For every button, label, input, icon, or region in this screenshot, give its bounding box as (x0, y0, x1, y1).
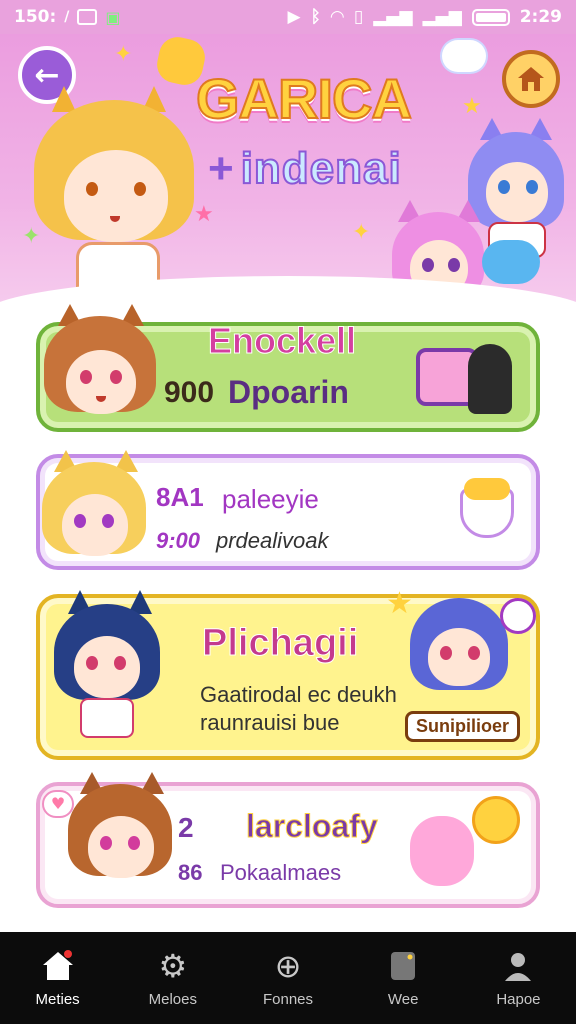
play-icon: ▶ (287, 7, 301, 27)
character-illustration (66, 772, 176, 906)
character-illustration (40, 304, 162, 432)
notification-dot (64, 950, 72, 958)
star-icon: ★ (386, 586, 413, 621)
card-description: raunrauisi bue (200, 710, 340, 735)
app-title: GARICA (195, 66, 413, 131)
cloud-mascot-icon (442, 40, 486, 72)
signal2-icon: ▂▄▆ (422, 7, 462, 27)
nav-item-device[interactable]: Wee (346, 932, 461, 1024)
nav-label: Wee (387, 990, 419, 1008)
signal-icon: ▂▄▆ (373, 7, 413, 27)
nav-label: Fonnes (262, 990, 314, 1008)
sun-badge-icon (472, 796, 520, 844)
app-notification-icon: ▣ (105, 7, 121, 27)
sparkle-icon: ★ (462, 94, 482, 119)
screen-icon (77, 9, 98, 25)
card-sublabel: prdealivoak (216, 528, 329, 553)
card-label: Dpoarin (228, 374, 349, 410)
card-label: paleeyie (222, 484, 319, 514)
card-badge: Sunipilioer (404, 711, 520, 742)
nav-item-home[interactable]: Meties (0, 932, 115, 1024)
food-topping-icon (464, 478, 510, 500)
nav-label: Meloes (148, 990, 197, 1008)
card-number: 900 (164, 376, 215, 409)
house-icon (518, 67, 544, 91)
app-subtitle: + indenai (208, 143, 402, 194)
bunny-mascot-icon (410, 816, 474, 886)
gear-icon: ⚙ (158, 947, 188, 984)
card-title: larcloafy (246, 808, 379, 845)
menu-card-4[interactable]: ♥ 2 larcloafy 86 Pokaalmaes (36, 772, 540, 908)
nav-label: Hapoe (496, 990, 541, 1008)
mascot-icon (468, 344, 512, 414)
nav-label: Meties (35, 990, 80, 1008)
sparkle-icon: ✦ (114, 42, 133, 67)
status-bar: 150: / ▣ ▶ ᛒ ◠ ▯ ▂▄▆ ▂▄▆ 2:29 (0, 0, 576, 34)
nfc-icon: ▯ (353, 7, 364, 27)
bluetooth-icon: ᛒ (310, 7, 321, 27)
wifi-icon: ◠ (330, 7, 344, 27)
cloud-mascot-icon (482, 240, 540, 284)
nav-item-profile[interactable]: Hapoe (461, 932, 576, 1024)
card-description: Gaatirodal ec deukh (200, 682, 397, 707)
status-left-text: 150: (14, 7, 57, 27)
sim-icon: / (64, 9, 70, 25)
character-illustration (50, 590, 164, 740)
nav-item-add[interactable]: ⊕ Fonnes (230, 932, 345, 1024)
menu-card-1[interactable]: Enockell 900 Dpoarin (36, 304, 540, 432)
card-label: Pokaalmaes (220, 860, 342, 885)
bottom-navigation: Meties ⚙ Meloes ⊕ Fonnes Wee Hapoe (0, 932, 576, 1024)
hero-header: ← ✦ ★ ★ ✦ ✦ GARICA + indenai (0, 34, 576, 314)
card-time: 9:00 (156, 528, 201, 553)
character-illustration (410, 592, 510, 710)
character-illustration (40, 450, 150, 570)
plus-circle-icon: ⊕ (274, 947, 302, 984)
clock-icon[interactable] (500, 598, 536, 634)
card-number: 2 (178, 812, 194, 843)
sparkle-icon: ✦ (352, 220, 371, 245)
clock: 2:29 (519, 7, 562, 27)
home-button[interactable] (502, 50, 560, 108)
menu-card-2[interactable]: 8A1 paleeyie 9:00 prdealivoak (36, 450, 540, 570)
card-number: 8A1 (156, 482, 204, 512)
nav-item-settings[interactable]: ⚙ Meloes (115, 932, 230, 1024)
card-number: 86 (178, 860, 203, 885)
menu-card-3[interactable]: Plichagii Gaatirodal ec deukh raunrauisi… (36, 586, 540, 760)
card-title: Enockell (207, 320, 357, 362)
device-icon (391, 951, 416, 980)
user-icon (505, 952, 532, 981)
battery-icon (471, 8, 510, 26)
card-title: Plichagii (201, 622, 359, 665)
